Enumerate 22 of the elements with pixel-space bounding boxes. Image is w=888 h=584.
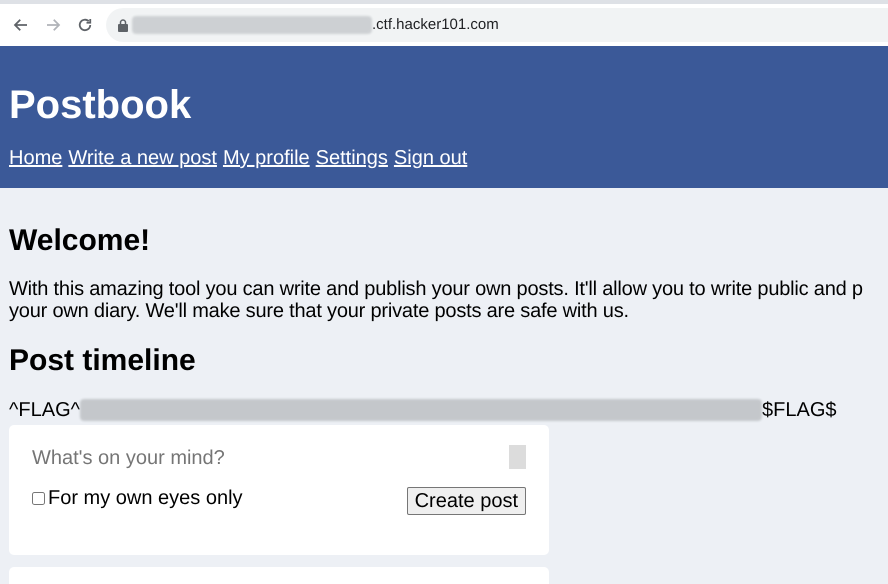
welcome-text: your own diary. We'll make sure that your private posts are safe with us.: [9, 300, 629, 322]
url-text: .ctf.hacker101.com: [372, 14, 499, 35]
post-input[interactable]: What's on your mind?: [32, 443, 526, 477]
site-title: Postbook: [9, 82, 192, 128]
checkbox-label: For my own eyes only: [48, 487, 243, 509]
nav-link[interactable]: Sign out: [394, 146, 468, 170]
welcome-text: With this amazing tool you can write and publish your own posts. It'll allow you to write public and p: [9, 278, 863, 300]
placeholder-text: What's on your mind?: [32, 446, 225, 471]
lock-icon: [118, 18, 128, 32]
private-checkbox[interactable]: [32, 492, 45, 504]
nav-link[interactable]: Settings: [316, 146, 388, 170]
reload-icon[interactable]: [76, 16, 94, 34]
create-post-button[interactable]: Create post: [406, 487, 526, 515]
flag-text: ^FLAG^: [9, 398, 80, 423]
nav-link[interactable]: Write a new post: [68, 146, 217, 170]
nav-link[interactable]: Home: [9, 146, 62, 170]
resize-handle-icon[interactable]: [509, 445, 526, 469]
nav-link[interactable]: My profile: [222, 146, 310, 170]
address-bar[interactable]: .ctf.hacker101.com: [106, 8, 888, 42]
timeline-heading: Post timeline: [9, 344, 197, 378]
flag-text: $FLAG$: [762, 398, 836, 423]
welcome-heading: Welcome!: [9, 224, 152, 258]
